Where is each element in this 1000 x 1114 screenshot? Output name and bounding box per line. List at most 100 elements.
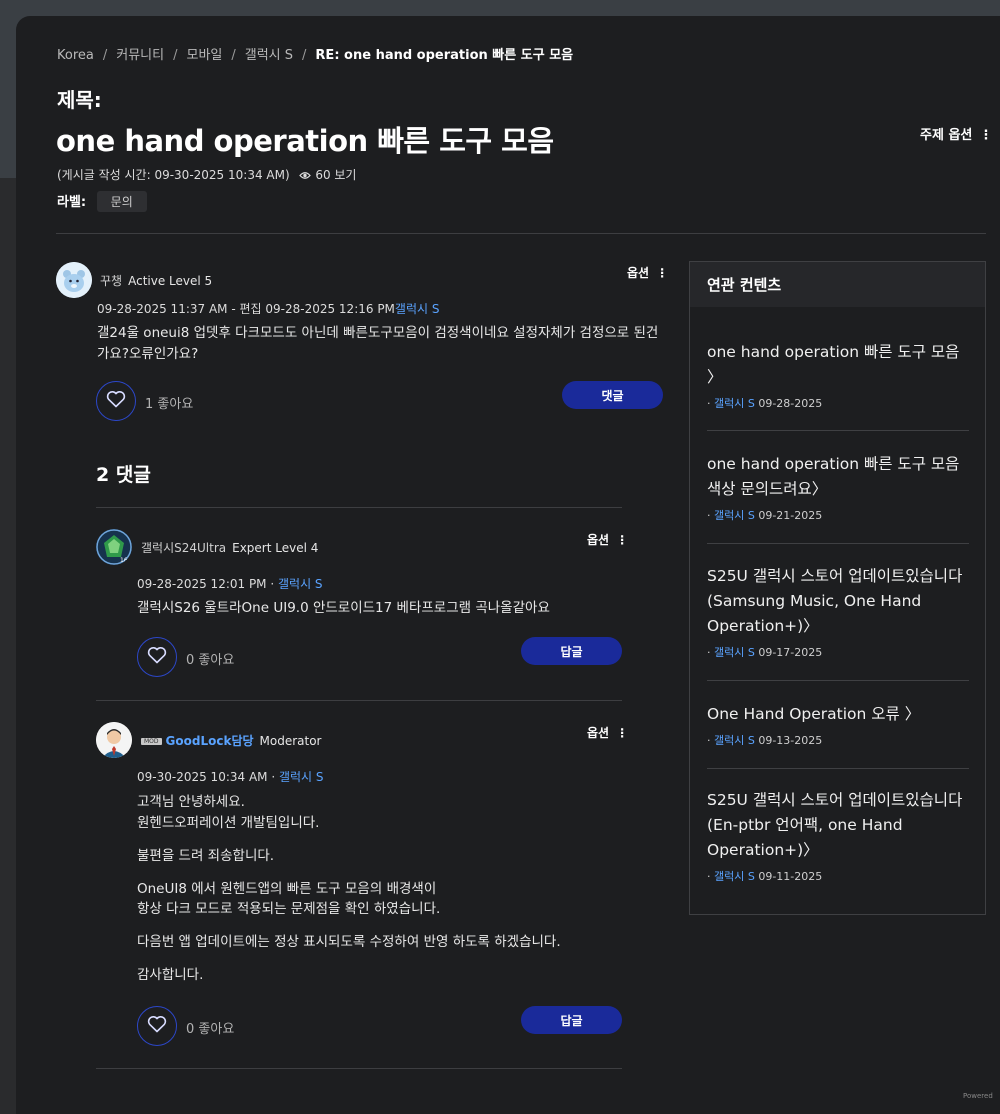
board-link[interactable]: 갤럭시 S bbox=[714, 397, 755, 410]
related-item-title-text: one hand operation 빠른 도구 모음 색상 문의드려요 bbox=[707, 455, 960, 498]
breadcrumb-separator: / bbox=[231, 48, 236, 63]
post-date: 09-28-2025 11:37 AM - 편집 09-28-2025 12:1… bbox=[97, 300, 439, 317]
chevron-right-icon: 〉 bbox=[803, 617, 819, 635]
related-item-date: 09-17-2025 bbox=[758, 646, 823, 659]
breadcrumb-galaxy-s[interactable]: 갤럭시 S bbox=[245, 44, 293, 63]
related-item-meta: · 갤럭시 S 09-13-2025 bbox=[707, 734, 823, 747]
comment-paragraph: 갤럭시S26 울트라One UI9.0 안드로이드17 베타프로그램 곡나올같아… bbox=[137, 600, 550, 616]
options-label: 옵션 bbox=[587, 726, 610, 740]
comment-button[interactable]: 댓글 bbox=[562, 381, 663, 409]
comment-paragraph: 다음번 앱 업데이트에는 정상 표시되도록 수정하여 반영 하도록 하겠습니다. bbox=[137, 934, 561, 950]
board-link[interactable]: 갤럭시 S bbox=[714, 870, 755, 883]
related-item[interactable]: one hand operation 빠른 도구 모음 색상 문의드려요〉 · … bbox=[707, 452, 969, 523]
related-heading: 연관 컨텐츠 bbox=[690, 262, 985, 307]
related-item-title-text: S25U 갤럭시 스토어 업데이트있습니다 (Samsung Music, On… bbox=[707, 567, 963, 635]
like-button[interactable] bbox=[96, 381, 136, 421]
related-item-title: one hand operation 빠른 도구 모음 〉 bbox=[707, 340, 969, 390]
author-name[interactable]: GoodLock담당 bbox=[166, 734, 254, 748]
comment-paragraph: OneUI8 에서 원헨드앱의 빠른 도구 모음의 배경색이 항상 다크 모드로… bbox=[137, 880, 441, 918]
reply-button[interactable]: 답글 bbox=[521, 1006, 622, 1034]
breadcrumb-separator: / bbox=[302, 48, 307, 63]
like-count: 0 좋아요 bbox=[186, 653, 235, 668]
page-title: one hand operation 빠른 도구 모음 bbox=[56, 124, 554, 158]
author-name[interactable]: 꾸챙 bbox=[100, 274, 122, 288]
post-options-button[interactable]: 옵션 ⋮ bbox=[627, 264, 668, 281]
reply-button[interactable]: 답글 bbox=[521, 637, 622, 665]
comment-timestamp: 09-28-2025 12:01 PM bbox=[137, 577, 267, 591]
related-item-meta: · 갤럭시 S 09-28-2025 bbox=[707, 397, 823, 410]
avatar[interactable] bbox=[56, 262, 92, 298]
related-item-date: 09-21-2025 bbox=[758, 509, 823, 522]
related-item[interactable]: One Hand Operation 오류 〉 · 갤럭시 S 09-13-20… bbox=[707, 702, 969, 748]
comment-date: 09-30-2025 10:34 AM · 갤럭시 S bbox=[137, 770, 324, 784]
related-content-panel: 연관 컨텐츠 one hand operation 빠른 도구 모음 〉 · 갤… bbox=[689, 261, 986, 915]
related-item[interactable]: one hand operation 빠른 도구 모음 〉 · 갤럭시 S 09… bbox=[707, 340, 969, 411]
comment-author: 갤럭시S24Ultra Expert Level 4 bbox=[141, 539, 318, 556]
like-button[interactable] bbox=[137, 1006, 177, 1046]
avatar[interactable] bbox=[96, 722, 132, 758]
related-item-date: 09-11-2025 bbox=[758, 870, 823, 883]
post-timestamp: 09-28-2025 11:37 AM - 편집 09-28-2025 12:1… bbox=[97, 302, 395, 316]
author-name[interactable]: 갤럭시S24Ultra bbox=[141, 541, 226, 555]
like-button[interactable] bbox=[137, 637, 177, 677]
chevron-right-icon: 〉 bbox=[803, 841, 819, 859]
breadcrumb-separator: / bbox=[102, 48, 108, 63]
view-count: 60 보기 bbox=[315, 168, 357, 182]
related-item-meta: · 갤럭시 S 09-17-2025 bbox=[707, 646, 823, 659]
related-item-title-text: one hand operation 빠른 도구 모음 bbox=[707, 343, 960, 361]
author-level: Moderator bbox=[259, 734, 322, 748]
kebab-icon: ⋮ bbox=[656, 266, 669, 280]
kebab-icon: ⋮ bbox=[616, 726, 629, 740]
author-level: Expert Level 4 bbox=[232, 541, 319, 555]
comment-timestamp: 09-30-2025 10:34 AM bbox=[137, 770, 268, 784]
related-item[interactable]: S25U 갤럭시 스토어 업데이트있습니다 (Samsung Music, On… bbox=[707, 564, 969, 660]
related-item-date: 09-13-2025 bbox=[758, 734, 823, 747]
divider bbox=[96, 507, 622, 508]
comment-paragraph: 감사합니다. bbox=[137, 967, 204, 983]
breadcrumb-community[interactable]: 커뮤니티 bbox=[116, 44, 164, 63]
heart-icon bbox=[147, 646, 167, 668]
posted-time: (게시글 작성 시간: 09-30-2025 10:34 AM) bbox=[57, 168, 290, 182]
powered-by-text: Powered bbox=[963, 1092, 993, 1100]
divider bbox=[707, 543, 969, 544]
eye-icon bbox=[299, 169, 312, 183]
topic-options-button[interactable]: 주제 옵션 ⋮ bbox=[920, 124, 992, 143]
post-author: 꾸챙 Active Level 5 bbox=[100, 272, 212, 289]
labels-row: 라벨: 문의 bbox=[57, 191, 147, 212]
label-chip[interactable]: 문의 bbox=[96, 191, 147, 212]
breadcrumb: Korea / 커뮤니티 / 모바일 / 갤럭시 S / RE: one hand operat… bbox=[57, 44, 573, 63]
comment-options-button[interactable]: 옵션 ⋮ bbox=[587, 531, 628, 548]
related-item-title-text: One Hand Operation 오류 bbox=[707, 705, 900, 723]
board-link[interactable]: 갤럭시 S bbox=[714, 646, 755, 659]
comment-options-button[interactable]: 옵션 ⋮ bbox=[587, 724, 628, 741]
related-item-meta: · 갤럭시 S 09-21-2025 bbox=[707, 509, 823, 522]
related-item-title-text: S25U 갤럭시 스토어 업데이트있습니다 (En-ptbr 언어팩, one … bbox=[707, 791, 963, 859]
comment-body: 고객님 안녕하세요. 원헨드오퍼레이션 개발팀입니다. 불편을 드려 죄송합니다… bbox=[137, 792, 622, 998]
divider bbox=[56, 233, 986, 234]
like-count: 1 좋아요 bbox=[145, 397, 194, 412]
related-item-title: S25U 갤럭시 스토어 업데이트있습니다 (En-ptbr 언어팩, one … bbox=[707, 788, 969, 863]
breadcrumb-mobile[interactable]: 모바일 bbox=[186, 44, 222, 63]
options-label: 옵션 bbox=[627, 266, 650, 280]
post-body: 갤24울 oneui8 업뎃후 다크모드도 아닌데 빠른도구모음이 검정색이네요… bbox=[97, 325, 659, 362]
related-item-title: S25U 갤럭시 스토어 업데이트있습니다 (Samsung Music, On… bbox=[707, 564, 969, 639]
post-meta: (게시글 작성 시간: 09-30-2025 10:34 AM) 60 보기 bbox=[57, 166, 356, 183]
board-link[interactable]: 갤럭시 S bbox=[279, 770, 324, 784]
divider bbox=[96, 1068, 622, 1069]
breadcrumb-korea[interactable]: Korea bbox=[57, 48, 94, 63]
chevron-right-icon: 〉 bbox=[811, 480, 828, 498]
avatar[interactable]: 16 bbox=[96, 529, 132, 565]
board-link[interactable]: 갤럭시 S bbox=[714, 509, 755, 522]
kebab-icon: ⋮ bbox=[979, 128, 993, 143]
related-item[interactable]: S25U 갤럭시 스토어 업데이트있습니다 (En-ptbr 언어팩, one … bbox=[707, 788, 969, 884]
board-link[interactable]: 갤럭시 S bbox=[714, 734, 755, 747]
board-link[interactable]: 갤럭시 S bbox=[278, 577, 323, 591]
author-level: Active Level 5 bbox=[128, 274, 213, 288]
board-link[interactable]: 갤럭시 S bbox=[395, 302, 440, 316]
comment-paragraph: 불편을 드려 죄송합니다. bbox=[137, 847, 275, 864]
comment-paragraph: 고객님 안녕하세요. 원헨드오퍼레이션 개발팀입니다. bbox=[137, 794, 320, 831]
heart-icon bbox=[106, 390, 126, 412]
options-label: 옵션 bbox=[587, 533, 610, 547]
heart-icon bbox=[147, 1015, 167, 1037]
divider bbox=[707, 430, 969, 431]
